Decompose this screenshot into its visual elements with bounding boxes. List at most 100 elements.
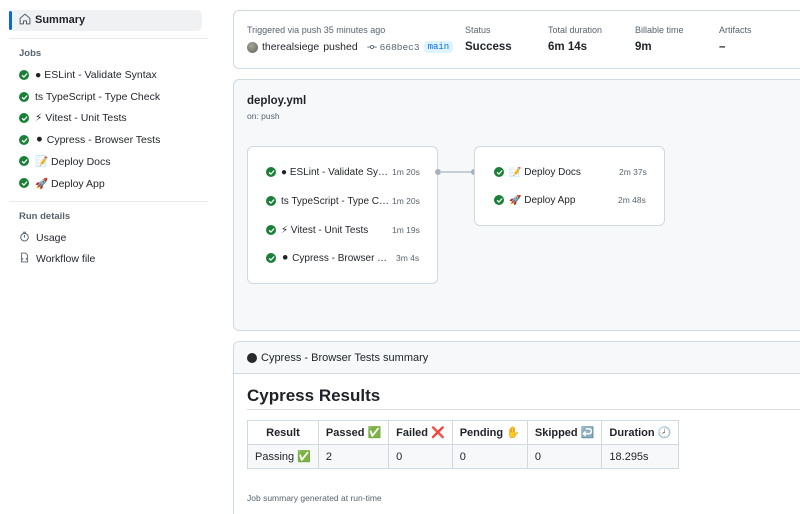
cypress-icon	[247, 353, 257, 363]
graph-job-duration: 1m 19s	[392, 225, 420, 235]
success-check-icon	[19, 70, 29, 80]
success-check-icon	[19, 113, 29, 123]
commit-sha: 668bec3	[379, 41, 420, 53]
job-label: Cypress - Browser Tests	[46, 134, 161, 146]
graph-job-deploy-docs[interactable]: 📝 Deploy Docs 2m 37s	[494, 163, 660, 181]
column-header: Passed ✅	[317, 420, 390, 445]
job-summary-footer: Job summary generated at run-time	[247, 493, 382, 503]
sidebar-item-usage[interactable]: Usage	[19, 229, 66, 247]
success-check-icon	[266, 225, 276, 235]
branch-badge[interactable]: main	[423, 41, 454, 53]
actor-username[interactable]: therealsiege	[262, 41, 319, 53]
sidebar-job-deploy-app[interactable]: 🚀 Deploy App	[19, 174, 204, 192]
heading-rule	[247, 409, 800, 410]
job-label: Deploy App	[51, 177, 105, 190]
graph-connector-line	[440, 171, 474, 173]
job-icon: ●	[35, 69, 42, 81]
sidebar-job-vitest[interactable]: ⚡ Vitest - Unit Tests	[19, 109, 204, 127]
table-cell: 2	[317, 444, 390, 469]
results-table: Result Passed ✅ Failed ❌ Pending ✋ Skipp…	[247, 420, 680, 469]
divider	[9, 201, 208, 202]
sidebar-item-label: Workflow file	[36, 253, 96, 265]
git-commit-icon	[366, 44, 377, 50]
success-check-icon	[266, 196, 276, 206]
sidebar-item-workflow-file[interactable]: Workflow file	[19, 250, 95, 268]
table-cell: Passing ✅	[247, 444, 319, 469]
column-header: Skipped ↩️	[526, 420, 603, 445]
column-header: Pending ✋	[451, 420, 528, 445]
graph-job-duration: 2m 48s	[618, 195, 646, 205]
job-label: Deploy Docs	[51, 155, 111, 168]
billable-label: Billable time	[635, 25, 684, 35]
avatar[interactable]	[247, 41, 258, 53]
run-details-heading: Run details	[19, 211, 71, 222]
graph-job-label: ⚡ Vitest - Unit Tests	[281, 224, 369, 236]
table-cell: 0	[526, 444, 603, 469]
workflow-graph-card: deploy.yml on: push ● ESLint - Validate …	[233, 79, 800, 331]
results-heading: Cypress Results	[247, 386, 381, 405]
status-value: Success	[465, 41, 512, 53]
success-check-icon	[266, 253, 276, 263]
sidebar-item-label: Usage	[36, 232, 67, 244]
graph-job-cypress[interactable]: ⚫ Cypress - Browser T… 3m 4s	[266, 249, 432, 267]
graph-job-label: ts TypeScript - Type C…	[281, 195, 389, 207]
duration-label: Total duration	[548, 25, 603, 35]
status-field: Status Success	[465, 25, 512, 53]
billable-field: Billable time 9m	[635, 25, 684, 53]
table-header-row: Result Passed ✅ Failed ❌ Pending ✋ Skipp…	[247, 420, 680, 445]
job-summary-title: Cypress - Browser Tests summary	[261, 352, 429, 364]
duration-value: 6m 14s	[548, 41, 588, 53]
sidebar-job-typescript[interactable]: ts TypeScript - Type Check	[19, 88, 204, 106]
workflow-stage-2: 📝 Deploy Docs 2m 37s 🚀 Deploy App 2m 48s	[474, 146, 665, 226]
job-icon: 🚀	[35, 177, 49, 190]
success-check-icon	[494, 167, 504, 177]
job-icon: ts	[35, 91, 44, 103]
job-label: ESLint - Validate Syntax	[44, 69, 157, 81]
trigger-info: Triggered via push 35 minutes ago therea…	[247, 25, 454, 53]
graph-job-typescript[interactable]: ts TypeScript - Type C… 1m 20s	[266, 192, 432, 210]
graph-job-duration: 1m 20s	[392, 196, 420, 206]
workflow-trigger: on: push	[247, 111, 280, 121]
artifacts-field: Artifacts –	[719, 25, 752, 53]
success-check-icon	[19, 135, 29, 145]
graph-job-duration: 1m 20s	[392, 167, 420, 177]
graph-job-label: 🚀 Deploy App	[509, 194, 576, 206]
active-indicator	[9, 11, 12, 30]
success-check-icon	[19, 178, 29, 188]
job-summary-header: Cypress - Browser Tests summary	[234, 342, 800, 374]
sidebar-job-deploy-docs[interactable]: 📝 Deploy Docs	[19, 152, 204, 170]
graph-job-label: ● ESLint - Validate Syn…	[281, 166, 389, 178]
status-label: Status	[465, 25, 491, 35]
success-check-icon	[19, 156, 29, 166]
sidebar: Summary Jobs ● ESLint - Validate Syntax …	[0, 0, 212, 514]
table-cell: 0	[388, 444, 453, 469]
column-header: Result	[247, 420, 319, 445]
job-icon: ⚫	[35, 134, 44, 146]
duration-field: Total duration 6m 14s	[548, 25, 602, 53]
artifacts-label: Artifacts	[719, 25, 752, 35]
commit-link[interactable]: 668bec3	[366, 41, 420, 53]
workflow-stage-1: ● ESLint - Validate Syn… 1m 20s ts TypeS…	[247, 146, 438, 284]
jobs-heading: Jobs	[19, 48, 42, 59]
job-label: Vitest - Unit Tests	[45, 112, 127, 124]
sidebar-job-cypress[interactable]: ⚫ Cypress - Browser Tests	[19, 131, 204, 149]
success-check-icon	[266, 167, 276, 177]
graph-job-deploy-app[interactable]: 🚀 Deploy App 2m 48s	[494, 191, 660, 209]
stopwatch-icon	[19, 231, 30, 245]
column-header: Failed ❌	[388, 420, 453, 445]
job-icon: ⚡	[35, 112, 43, 124]
success-check-icon	[19, 92, 29, 102]
job-label: TypeScript - Type Check	[45, 91, 161, 103]
trigger-text: Triggered via push 35 minutes ago	[247, 25, 386, 35]
job-summary-card: Cypress - Browser Tests summary Cypress …	[233, 341, 800, 514]
sidebar-item-summary[interactable]: Summary	[9, 10, 202, 31]
table-cell: 18.295s	[601, 444, 680, 469]
graph-job-vitest[interactable]: ⚡ Vitest - Unit Tests 1m 19s	[266, 221, 432, 239]
file-icon	[19, 252, 30, 266]
main-content: Triggered via push 35 minutes ago therea…	[212, 0, 800, 514]
graph-job-eslint[interactable]: ● ESLint - Validate Syn… 1m 20s	[266, 163, 432, 181]
job-icon: 📝	[35, 155, 49, 168]
workflow-file-name[interactable]: deploy.yml	[247, 95, 306, 107]
table-cell: 0	[451, 444, 528, 469]
sidebar-job-eslint[interactable]: ● ESLint - Validate Syntax	[19, 66, 204, 84]
